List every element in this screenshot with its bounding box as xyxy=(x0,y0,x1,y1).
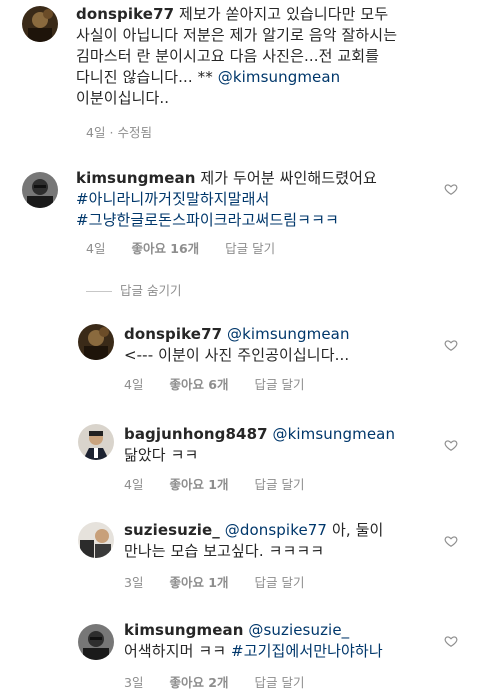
reply-username[interactable]: suziesuzie_ xyxy=(124,521,220,539)
reply-body: suziesuzie_ @donspike77 아, 둘이 만나는 모습 보고싶… xyxy=(124,520,444,562)
comment-username[interactable]: donspike77 xyxy=(76,5,174,23)
reply-username[interactable]: kimsungmean xyxy=(124,621,243,639)
reply-body: donspike77 @kimsungmean <--- 이분이 사진 주인공이… xyxy=(124,324,424,366)
reply-time[interactable]: 3일 xyxy=(124,575,143,590)
reply-button[interactable]: 답글 달기 xyxy=(225,241,275,256)
reply-text: 아, 둘이 xyxy=(331,521,384,539)
comment-hashtag[interactable]: #그냥한글로돈스파이크라고써드림ㅋㅋㅋ xyxy=(76,211,339,229)
comment-username[interactable]: kimsungmean xyxy=(76,169,195,187)
comment-hashtag[interactable]: #아니라니까거짓말하지말래서 xyxy=(76,190,269,208)
avatar[interactable] xyxy=(78,624,114,660)
reply-text: <--- 이분이 사진 주인공이십니다... xyxy=(124,346,350,364)
comment-text-line: 제보가 쏟아지고 있습니다만 모두 xyxy=(179,5,389,23)
reply-body: bagjunhong8487 @kimsungmean 닮았다 ㅋㅋ xyxy=(124,424,424,466)
reply-mention[interactable]: @donspike77 xyxy=(225,521,327,539)
reply-text: 만나는 모습 보고싶다. ㅋㅋㅋㅋ xyxy=(124,542,325,560)
reply-text: 닮았다 ㅋㅋ xyxy=(124,446,199,464)
reply-mention[interactable]: @kimsungmean xyxy=(227,325,350,343)
reply-likes[interactable]: 좋아요 2개 xyxy=(169,675,228,690)
reply-meta: 3일 좋아요 2개 답글 달기 xyxy=(124,672,326,691)
avatar[interactable] xyxy=(78,424,114,460)
reply-time[interactable]: 3일 xyxy=(124,675,143,690)
comment-text: 제가 두어분 싸인해드렸어요 xyxy=(200,169,377,187)
comment-time[interactable]: 4일 xyxy=(86,241,105,256)
comment-meta: 4일 · 수정됨 xyxy=(86,125,152,140)
reply-meta: 3일 좋아요 1개 답글 달기 xyxy=(124,572,326,591)
reply-likes[interactable]: 좋아요 1개 xyxy=(169,575,228,590)
reply-button[interactable]: 답글 달기 xyxy=(254,377,304,392)
reply-time[interactable]: 4일 xyxy=(124,377,143,392)
comment-likes[interactable]: 좋아요 16개 xyxy=(131,241,199,256)
avatar[interactable] xyxy=(22,172,58,208)
reply-username[interactable]: donspike77 xyxy=(124,325,222,343)
reply-mention[interactable]: @suziesuzie_ xyxy=(248,621,349,639)
comment-body: kimsungmean 제가 두어분 싸인해드렸어요 #아니라니까거짓말하지말래… xyxy=(76,168,436,231)
comment-text-line: 이분이십니다.. xyxy=(76,89,170,107)
comment-edited: 수정됨 xyxy=(117,125,152,140)
reply-hashtag[interactable]: #고기집에서만나야하나 xyxy=(231,642,383,660)
reply-meta: 4일 좋아요 6개 답글 달기 xyxy=(124,374,326,393)
heart-outline-icon[interactable] xyxy=(444,338,458,352)
reply-body: kimsungmean @suziesuzie_ 어색하지머 ㅋㅋ #고기집에서… xyxy=(124,620,444,662)
heart-outline-icon[interactable] xyxy=(444,438,458,452)
reply-mention[interactable]: @kimsungmean xyxy=(273,425,396,443)
hide-replies-button[interactable]: 답글 숨기기 xyxy=(86,280,181,299)
reply-text: 어색하지머 ㅋㅋ xyxy=(124,642,232,660)
reply-meta: 4일 좋아요 1개 답글 달기 xyxy=(124,474,326,493)
divider-line xyxy=(86,291,112,292)
comment-text-line: 사실이 아닙니다 저분은 제가 알기로 음악 잘하시는 xyxy=(76,26,398,44)
comment-mention[interactable]: @kimsungmean xyxy=(218,68,341,86)
reply-button[interactable]: 답글 달기 xyxy=(254,575,304,590)
avatar[interactable] xyxy=(78,324,114,360)
heart-outline-icon[interactable] xyxy=(444,182,458,196)
comment-text-line: 김마스터 란 분이시고요 다음 사진은...전 교회를 xyxy=(76,47,380,65)
reply-likes[interactable]: 좋아요 1개 xyxy=(169,477,228,492)
comment-meta: 4일 좋아요 16개 답글 달기 xyxy=(86,238,297,257)
heart-outline-icon[interactable] xyxy=(444,634,458,648)
comment-body: donspike77 제보가 쏟아지고 있습니다만 모두 사실이 아닙니다 저분… xyxy=(76,4,456,109)
hide-replies-label: 답글 숨기기 xyxy=(120,283,182,298)
reply-button[interactable]: 답글 달기 xyxy=(254,675,304,690)
reply-time[interactable]: 4일 xyxy=(124,477,143,492)
reply-button[interactable]: 답글 달기 xyxy=(254,477,304,492)
reply-likes[interactable]: 좋아요 6개 xyxy=(169,377,228,392)
comment-time[interactable]: 4일 xyxy=(86,125,105,140)
comment-text-line: 다니진 않습니다... ** xyxy=(76,68,218,86)
avatar[interactable] xyxy=(22,6,58,42)
reply-username[interactable]: bagjunhong8487 xyxy=(124,425,268,443)
heart-outline-icon[interactable] xyxy=(444,534,458,548)
avatar[interactable] xyxy=(78,522,114,558)
